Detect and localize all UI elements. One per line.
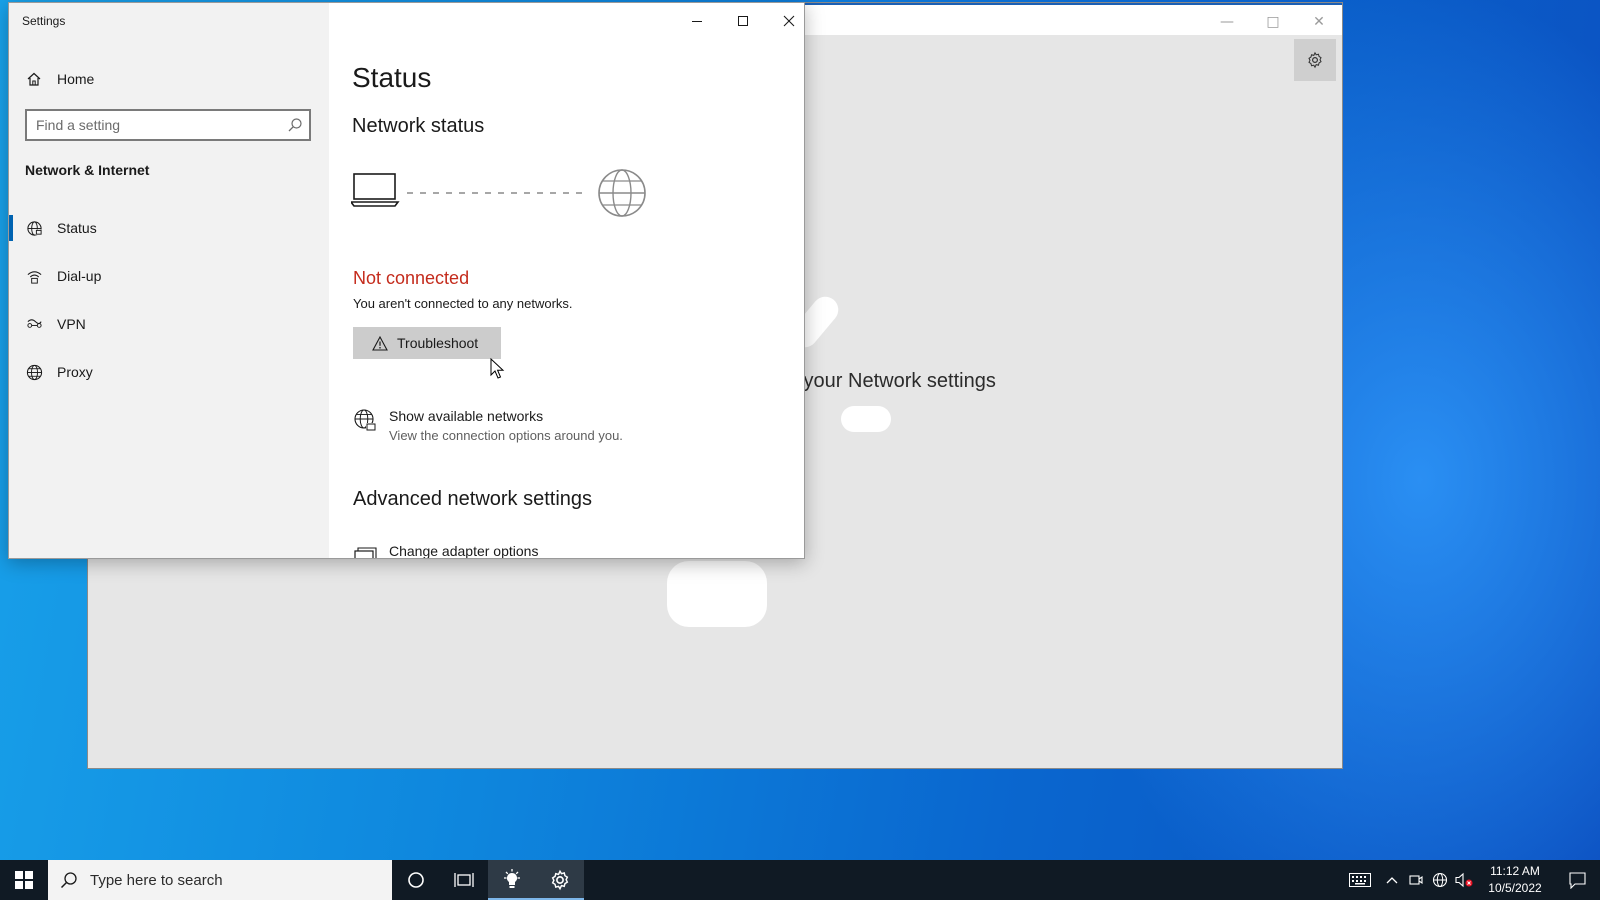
settings-sidebar: Settings Home Network & Internet Status — [9, 3, 329, 558]
sidebar-item-label: Home — [57, 71, 95, 87]
change-adapter-label: Change adapter options — [389, 543, 539, 559]
network-globe-icon — [1432, 872, 1448, 888]
show-networks-title: Show available networks — [389, 408, 544, 424]
taskbar-clock[interactable]: 11:12 AM 10/5/2022 — [1476, 860, 1554, 900]
background-settings-gear-button[interactable] — [1294, 39, 1336, 81]
settings-window[interactable]: Settings Home Network & Internet Status — [8, 2, 805, 559]
advanced-settings-heading: Advanced network settings — [353, 488, 593, 510]
background-maximize-button[interactable]: □ — [1250, 9, 1296, 35]
sidebar-item-vpn[interactable]: VPN — [9, 304, 329, 344]
task-view-icon — [454, 873, 474, 887]
connection-description: You aren't connected to any networks. — [353, 296, 573, 311]
illustration-shape — [667, 561, 767, 627]
network-status-diagram — [351, 169, 646, 217]
camera-icon — [1409, 875, 1423, 885]
sidebar-item-label: Dial-up — [57, 268, 102, 284]
action-center-button[interactable] — [1554, 860, 1600, 900]
page-title: Status — [352, 62, 432, 93]
clock-date: 10/5/2022 — [1488, 881, 1542, 895]
lightbulb-icon — [504, 869, 520, 888]
window-title: Settings — [22, 14, 66, 28]
keyboard-input-button[interactable] — [1340, 860, 1380, 900]
settings-search-box[interactable] — [25, 109, 311, 141]
taskbar-app-tips[interactable] — [488, 860, 536, 900]
vpn-icon — [25, 315, 43, 333]
troubleshoot-button[interactable]: Troubleshoot — [353, 327, 501, 359]
meet-now-button[interactable] — [1404, 860, 1428, 900]
sidebar-item-label: Status — [57, 220, 97, 236]
search-input[interactable] — [27, 112, 277, 138]
network-globe-icon — [353, 408, 377, 432]
network-tray-button[interactable] — [1428, 860, 1452, 900]
gear-icon — [1308, 51, 1322, 69]
sidebar-item-home[interactable]: Home — [9, 59, 329, 99]
taskbar-search-box[interactable]: Type here to search — [48, 860, 392, 900]
windows-logo-icon — [15, 871, 33, 889]
background-close-button[interactable]: ✕ — [1296, 9, 1342, 35]
sidebar-section-title: Network & Internet — [25, 162, 150, 178]
taskbar-search-placeholder: Type here to search — [90, 871, 223, 889]
sidebar-item-label: VPN — [57, 316, 86, 332]
network-adapter-icon — [353, 543, 377, 558]
troubleshoot-label: Troubleshoot — [397, 335, 479, 351]
system-tray: 11:12 AM 10/5/2022 — [1340, 860, 1600, 900]
background-window-message: k your Network settings — [788, 370, 996, 392]
network-status-heading: Network status — [352, 115, 485, 137]
globe-status-icon — [25, 219, 43, 237]
sidebar-item-dialup[interactable]: Dial-up — [9, 256, 329, 296]
show-networks-subtitle: View the connection options around you. — [389, 428, 623, 443]
change-adapter-options-link[interactable]: Change adapter options — [353, 543, 539, 559]
clock-time: 11:12 AM — [1490, 864, 1540, 878]
show-available-networks-link[interactable]: Show available networks View the connect… — [353, 408, 623, 443]
notification-icon — [1568, 871, 1586, 889]
keyboard-icon — [1349, 873, 1371, 887]
gear-icon — [551, 869, 569, 891]
cortana-circle-icon — [408, 872, 424, 888]
sidebar-item-status[interactable]: Status — [9, 208, 329, 248]
taskbar: Type here to search 11:12 AM 10/5/2022 — [0, 860, 1600, 900]
connection-status: Not connected — [353, 268, 470, 288]
laptop-icon — [351, 173, 400, 207]
home-icon — [25, 70, 43, 88]
speaker-muted-icon — [1455, 872, 1473, 888]
background-minimize-button[interactable]: — — [1204, 9, 1250, 35]
warning-icon — [372, 335, 388, 351]
mouse-cursor-icon — [490, 358, 505, 379]
chevron-up-icon — [1386, 877, 1398, 884]
dialup-icon — [25, 267, 43, 285]
sidebar-item-label: Proxy — [57, 364, 93, 380]
start-button[interactable] — [0, 860, 48, 900]
volume-button[interactable] — [1452, 860, 1476, 900]
task-view-button[interactable] — [440, 860, 488, 900]
illustration-shape — [841, 406, 891, 432]
search-icon[interactable] — [287, 117, 303, 138]
internet-globe-icon — [598, 169, 646, 217]
cortana-button[interactable] — [392, 860, 440, 900]
search-icon — [60, 871, 78, 889]
show-hidden-icons-button[interactable] — [1380, 860, 1404, 900]
settings-content: Status Network status Not connected You … — [329, 3, 804, 558]
sidebar-item-proxy[interactable]: Proxy — [9, 352, 329, 392]
taskbar-app-settings[interactable] — [536, 860, 584, 900]
globe-icon — [25, 363, 43, 381]
